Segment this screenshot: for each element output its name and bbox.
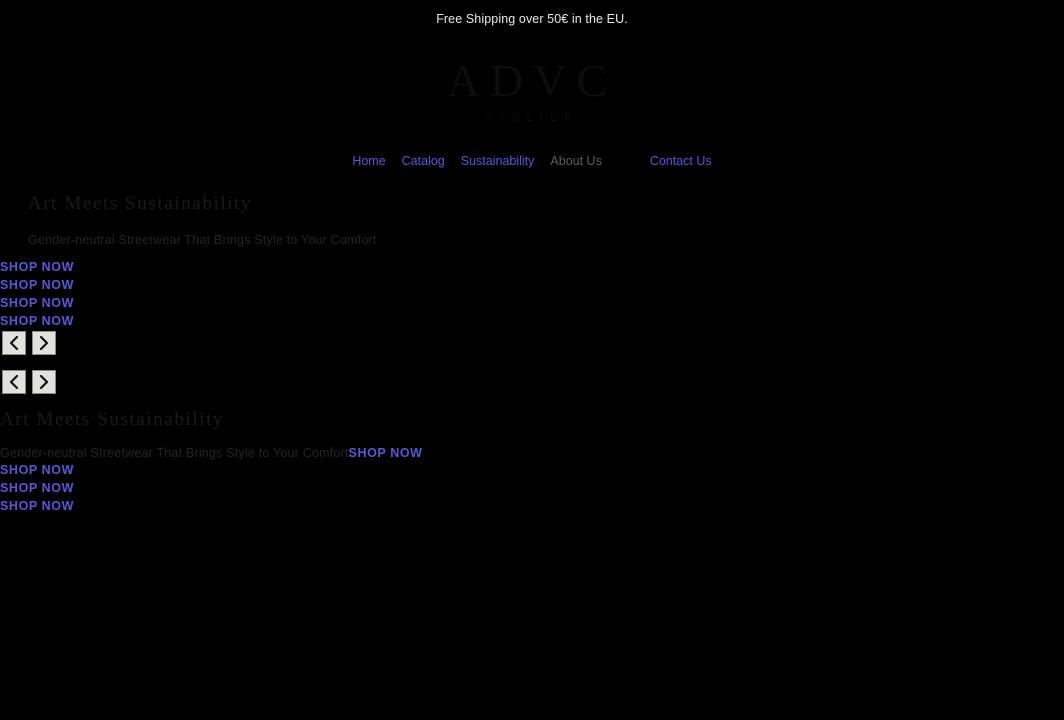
- carousel-prev-button[interactable]: [2, 331, 26, 355]
- chevron-left-icon: [8, 374, 20, 390]
- announcement-text: Free Shipping over 50€ in the EU.: [436, 11, 628, 26]
- carousel-controls-secondary: [2, 370, 56, 394]
- site-logo[interactable]: ADVC ATELIER: [0, 55, 1064, 127]
- shop-now-button[interactable]: SHOP NOW: [0, 479, 300, 497]
- nav-item-catalog[interactable]: Catalog: [402, 152, 445, 170]
- shop-now-button[interactable]: SHOP NOW: [0, 312, 300, 330]
- hero-section-secondary: Art Meets Sustainability Gender-neutral …: [0, 408, 1040, 462]
- shop-now-button[interactable]: SHOP NOW: [0, 461, 300, 479]
- chevron-right-icon: [38, 335, 50, 351]
- shop-now-button[interactable]: SHOP NOW: [0, 497, 300, 515]
- shop-now-button[interactable]: SHOP NOW: [0, 276, 300, 294]
- shop-now-button[interactable]: SHOP NOW: [0, 294, 300, 312]
- carousel-next-button[interactable]: [32, 370, 56, 394]
- hero-subheading: Gender-neutral Streetwear That Brings St…: [28, 233, 377, 247]
- chevron-left-icon: [8, 335, 20, 351]
- announcement-bar: Free Shipping over 50€ in the EU.: [0, 0, 1064, 37]
- hero-heading-secondary: Art Meets Sustainability: [0, 409, 225, 430]
- hero-subheading-secondary: Gender-neutral Streetwear That Brings St…: [0, 444, 1040, 462]
- nav-item-about-us[interactable]: About Us: [550, 152, 601, 170]
- main-navigation: Home Catalog Sustainability About Us Con…: [0, 152, 1064, 170]
- carousel-controls-primary: [2, 331, 56, 355]
- hero-cta-list-bottom: SHOP NOW SHOP NOW SHOP NOW: [0, 461, 300, 515]
- shop-now-button[interactable]: SHOP NOW: [349, 446, 423, 460]
- nav-item-sustainability[interactable]: Sustainability: [461, 152, 535, 170]
- carousel-next-button[interactable]: [32, 331, 56, 355]
- nav-item-home[interactable]: Home: [352, 152, 385, 170]
- carousel-prev-button[interactable]: [2, 370, 26, 394]
- chevron-right-icon: [38, 374, 50, 390]
- hero-section-primary: Art Meets Sustainability Gender-neutral …: [28, 192, 1028, 249]
- hero-heading: Art Meets Sustainability: [28, 193, 253, 214]
- logo-wordmark: ADVC: [446, 55, 618, 106]
- hero-subheading-text: Gender-neutral Streetwear That Brings St…: [0, 446, 349, 460]
- logo-tagline: ATELIER: [484, 112, 580, 124]
- shop-now-button[interactable]: SHOP NOW: [0, 258, 300, 276]
- page-root: Free Shipping over 50€ in the EU. ADVC A…: [0, 0, 1064, 720]
- nav-item-contact-us[interactable]: Contact Us: [650, 152, 712, 170]
- hero-cta-list-top: SHOP NOW SHOP NOW SHOP NOW SHOP NOW: [0, 258, 300, 330]
